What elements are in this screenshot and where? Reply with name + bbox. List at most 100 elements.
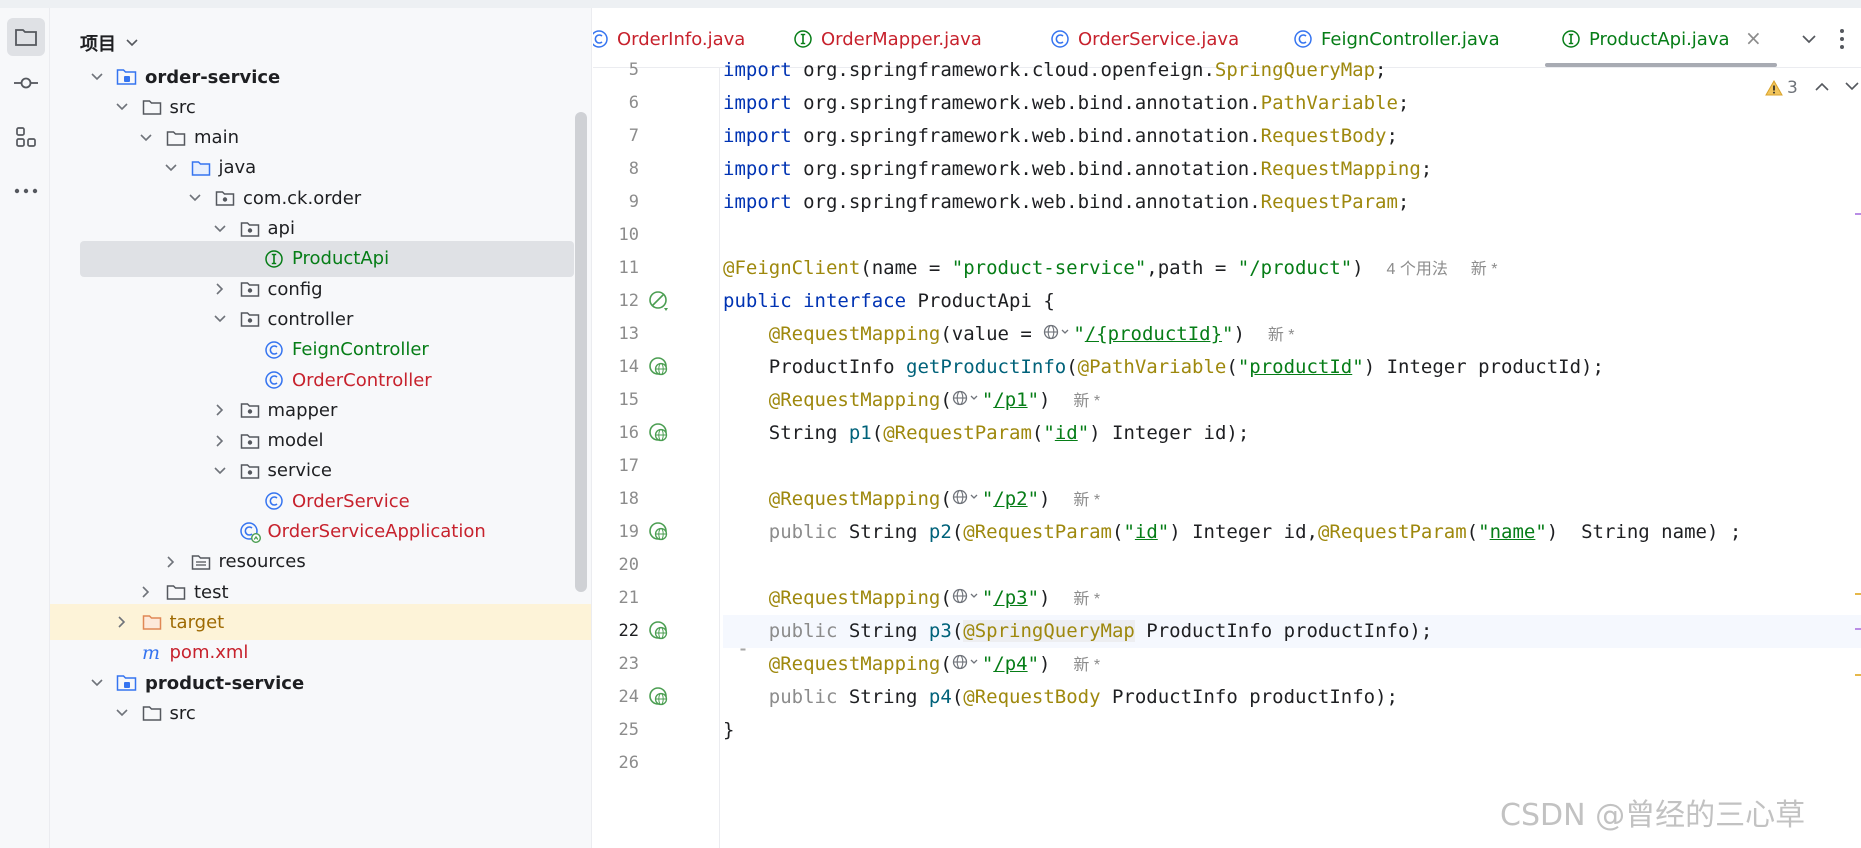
line-number: 14 bbox=[618, 357, 639, 377]
chevron-down-icon[interactable] bbox=[188, 191, 202, 205]
author-hint[interactable]: 新 * bbox=[1073, 393, 1100, 410]
more-icon bbox=[14, 188, 38, 194]
more-tool-button[interactable] bbox=[7, 172, 45, 210]
chevron-right-icon[interactable] bbox=[213, 434, 227, 448]
author-hint[interactable]: 新 * bbox=[1073, 657, 1100, 674]
tree-item-label: src bbox=[169, 96, 196, 118]
url-globe-icon[interactable] bbox=[952, 384, 982, 417]
chevron-right-icon[interactable] bbox=[213, 403, 227, 417]
url-globe-icon[interactable] bbox=[952, 483, 982, 516]
line-number: 25 bbox=[618, 720, 639, 740]
tabs-dropdown-icon[interactable] bbox=[1801, 34, 1817, 44]
project-scrollbar[interactable] bbox=[575, 112, 587, 592]
scroll-marker[interactable] bbox=[1855, 213, 1861, 215]
tree-item-label: service bbox=[267, 460, 332, 482]
resources-folder-icon bbox=[190, 551, 212, 573]
chevron-down-icon[interactable] bbox=[139, 131, 153, 145]
chevron-down-icon[interactable] bbox=[115, 706, 129, 720]
web-endpoint-icon[interactable] bbox=[647, 355, 671, 379]
tab-orderservice[interactable]: OrderService.java bbox=[1050, 24, 1239, 54]
svg-text:m: m bbox=[142, 643, 160, 663]
line-number: 10 bbox=[618, 225, 639, 245]
chevron-right-icon[interactable] bbox=[213, 282, 227, 296]
package-icon bbox=[239, 218, 261, 240]
line-number: 5 bbox=[628, 60, 639, 80]
line-number: 8 bbox=[628, 159, 639, 179]
tree-item[interactable]: src bbox=[50, 695, 591, 731]
chevron-right-icon[interactable] bbox=[115, 615, 129, 629]
commit-icon bbox=[14, 77, 38, 89]
tree-item-label: com.ck.order bbox=[243, 187, 362, 209]
editor-area: OrderInfo.java OrderMapper.java OrderSer… bbox=[593, 8, 1861, 848]
excluded-folder-icon bbox=[141, 611, 163, 633]
line-number: 19 bbox=[618, 522, 639, 542]
line-number: 9 bbox=[628, 192, 639, 212]
code-line-8: import org.springframework.web.bind.anno… bbox=[723, 158, 1433, 180]
tab-label: OrderMapper.java bbox=[821, 28, 982, 50]
chevron-up-icon[interactable] bbox=[1815, 82, 1829, 91]
package-icon bbox=[239, 308, 261, 330]
line-number: 11 bbox=[618, 258, 639, 278]
scroll-marker[interactable] bbox=[1855, 593, 1861, 595]
tree-item-label: config bbox=[267, 278, 323, 300]
url-globe-icon[interactable] bbox=[952, 582, 982, 615]
interface-icon bbox=[793, 29, 813, 49]
web-endpoint-icon[interactable] bbox=[647, 520, 671, 544]
line-number: 26 bbox=[618, 753, 639, 773]
chevron-right-icon[interactable] bbox=[139, 585, 153, 599]
warning-icon bbox=[1765, 80, 1783, 96]
interface-icon bbox=[1561, 29, 1581, 49]
chevron-down-icon[interactable] bbox=[90, 676, 104, 690]
editor-gutter: 5 6 7 8 9 10 11 12 13 14 15 16 17 18 19 20 21 22 23 24 25 26 bbox=[593, 60, 721, 848]
tab-productapi[interactable]: ProductApi.java bbox=[1561, 24, 1730, 54]
author-hint[interactable]: 新 * bbox=[1073, 591, 1100, 608]
web-endpoint-icon[interactable] bbox=[647, 421, 671, 445]
spring-bean-icon[interactable] bbox=[647, 289, 671, 313]
author-hint[interactable]: 新 * bbox=[1073, 492, 1100, 509]
chevron-down-icon[interactable] bbox=[213, 312, 227, 326]
commit-tool-button[interactable] bbox=[7, 64, 45, 102]
url-globe-icon[interactable] bbox=[952, 648, 982, 681]
line-number: 12 bbox=[618, 291, 639, 311]
class-icon bbox=[1293, 29, 1313, 49]
package-icon bbox=[214, 187, 236, 209]
author-hint[interactable]: 新 * bbox=[1471, 261, 1498, 278]
tab-ordermapper[interactable]: OrderMapper.java bbox=[793, 24, 982, 54]
structure-tool-button[interactable] bbox=[7, 118, 45, 156]
code-area[interactable]: import org.springframework.cloud.openfei… bbox=[723, 59, 1861, 848]
chevron-down-icon[interactable] bbox=[1845, 82, 1859, 91]
chevron-down-icon[interactable] bbox=[213, 222, 227, 236]
chevron-down-icon[interactable] bbox=[164, 161, 178, 175]
project-tool-button[interactable] bbox=[7, 18, 45, 56]
more-vertical-icon[interactable] bbox=[1839, 28, 1845, 50]
chevron-down-icon[interactable] bbox=[115, 100, 129, 114]
chevron-down-icon[interactable] bbox=[213, 464, 227, 478]
code-line-16: String p1(@RequestParam("id") Integer id… bbox=[768, 422, 1250, 444]
web-endpoint-icon[interactable] bbox=[647, 619, 671, 643]
tab-feigncontroller[interactable]: FeignController.java bbox=[1293, 24, 1500, 54]
tab-label: OrderService.java bbox=[1078, 28, 1240, 50]
tree-item-label: model bbox=[267, 430, 324, 452]
project-view-selector[interactable]: 项目 bbox=[80, 28, 138, 58]
chevron-right-icon[interactable] bbox=[164, 555, 178, 569]
inspection-widget[interactable]: 3 bbox=[1765, 78, 1798, 98]
scroll-marker[interactable] bbox=[1855, 674, 1861, 676]
tree-item-label: OrderController bbox=[292, 369, 432, 391]
code-line-22: public String p3(@SpringQueryMap Product… bbox=[723, 615, 1861, 648]
tree-item-label: resources bbox=[218, 551, 306, 573]
code-line-5: import org.springframework.cloud.openfei… bbox=[723, 59, 1387, 81]
tab-orderinfo[interactable]: OrderInfo.java bbox=[593, 24, 745, 54]
author-hint[interactable]: 新 * bbox=[1268, 327, 1295, 344]
close-tab-icon[interactable]: × bbox=[1745, 26, 1762, 50]
code-line-18: @RequestMapping("/p2") 新 * bbox=[723, 483, 1861, 516]
chevron-down-icon[interactable] bbox=[90, 70, 104, 84]
structure-icon bbox=[16, 127, 36, 147]
web-endpoint-icon[interactable] bbox=[647, 685, 671, 709]
tree-item-label: ProductApi bbox=[292, 248, 390, 270]
code-line-6: import org.springframework.web.bind.anno… bbox=[723, 92, 1410, 114]
usages-hint[interactable]: 4 个用法 bbox=[1387, 261, 1448, 278]
tree-item-label: mapper bbox=[267, 399, 338, 421]
line-number: 15 bbox=[618, 390, 639, 410]
url-globe-icon[interactable] bbox=[1043, 318, 1073, 351]
scroll-marker[interactable] bbox=[1855, 628, 1861, 630]
